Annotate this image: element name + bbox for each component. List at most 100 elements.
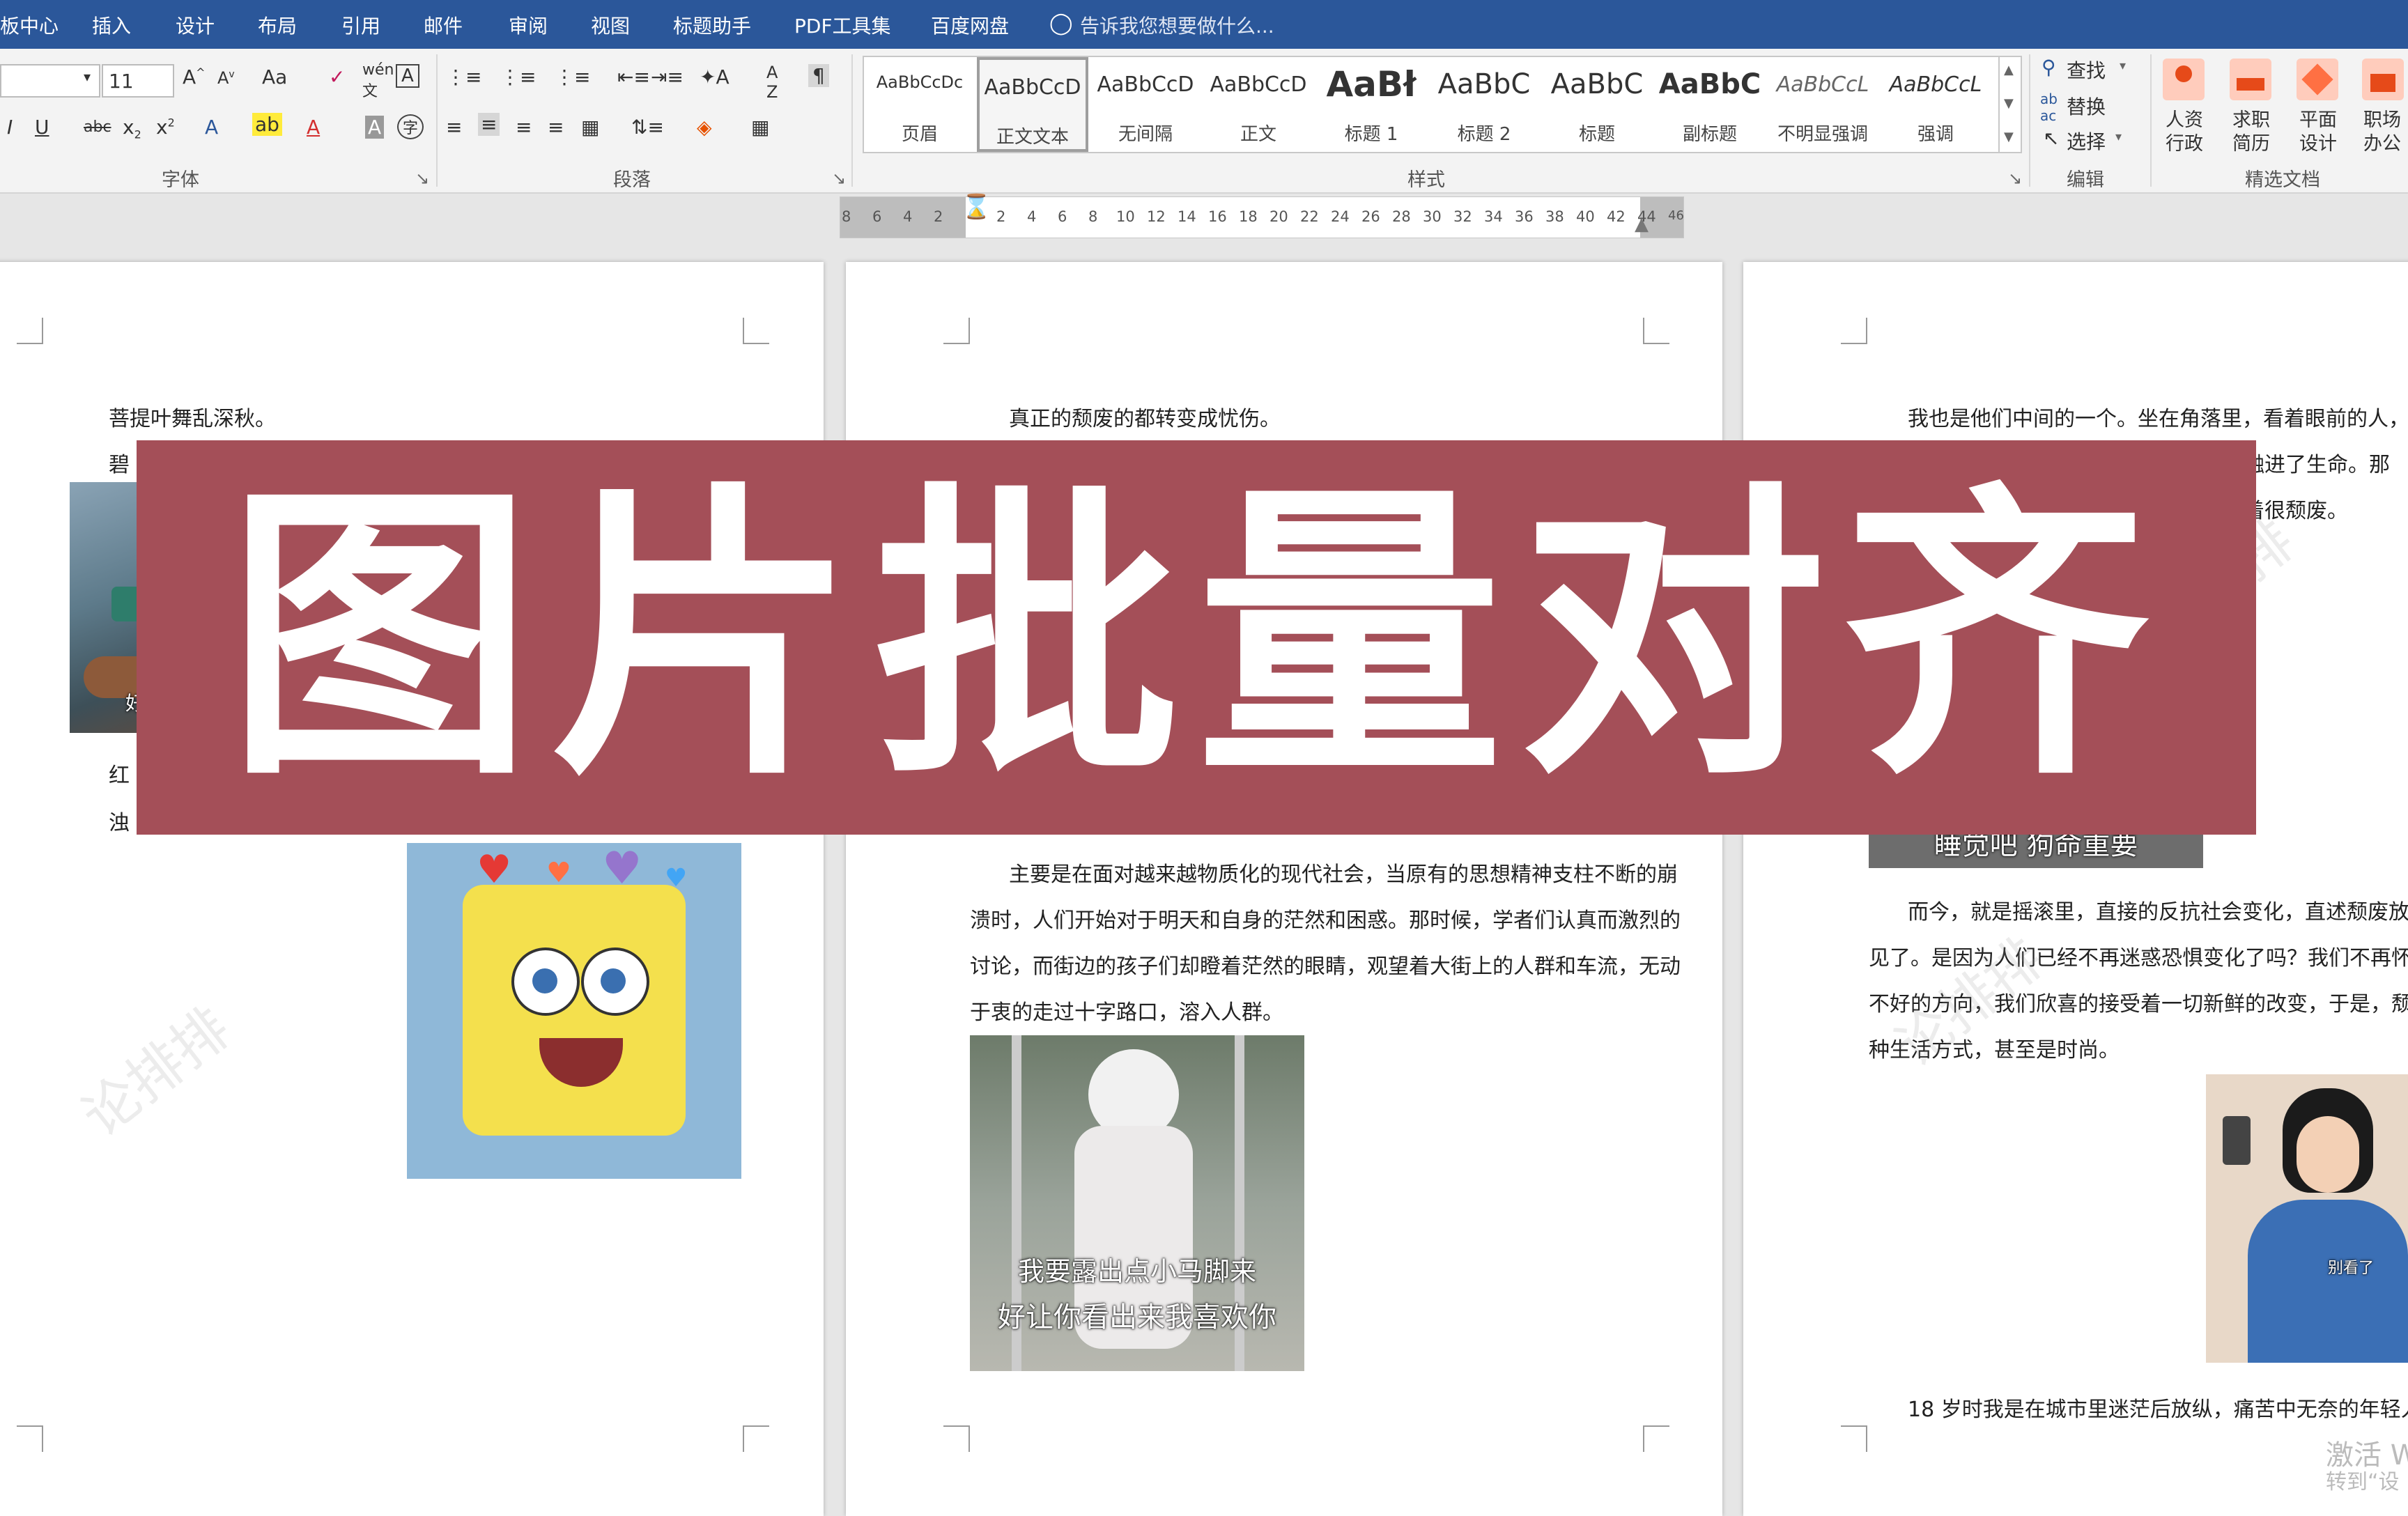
style-heading-1[interactable]: AaBł 标题 1	[1315, 57, 1427, 152]
style-name: 副标题	[1682, 124, 1737, 145]
change-case-icon[interactable]: Aa	[262, 65, 287, 88]
menu-item-mailings[interactable]: 邮件	[424, 11, 463, 39]
chevron-down-icon[interactable]: ▾	[2115, 130, 2122, 144]
superscript-icon[interactable]: x2	[156, 116, 175, 139]
template-graphic-design[interactable]: 平面 设计	[2299, 109, 2337, 156]
template-resume[interactable]: 求职 简历	[2232, 109, 2270, 156]
hr-admin-icon[interactable]	[2163, 59, 2205, 100]
menu-item-insert[interactable]: 插入	[92, 11, 131, 39]
numbering-icon[interactable]: ⋮≡	[500, 65, 536, 88]
multilevel-list-icon[interactable]: ⋮≡	[555, 65, 590, 88]
menu-item-layout[interactable]: 布局	[258, 11, 297, 39]
child-photo-image[interactable]: 我要露出点小马脚来 好让你看出来我喜欢你	[970, 1035, 1304, 1371]
graphic-design-icon[interactable]	[2297, 59, 2338, 100]
template-label: 人资	[2166, 109, 2203, 131]
ruler-tick: 6	[1058, 208, 1067, 225]
ruler-tick: 42	[1607, 208, 1626, 225]
snow-white-image[interactable]: 别看了	[2206, 1074, 2408, 1363]
horizontal-ruler[interactable]: 8 6 4 2 2 4 6 8 10 12 14 16 18 20 22 24 …	[840, 193, 1684, 238]
decrease-indent-icon[interactable]: ⇤≡	[617, 65, 650, 88]
bullets-icon[interactable]: ⋮≡	[446, 65, 481, 88]
style-heading-2[interactable]: AaBbC 标题 2	[1428, 57, 1540, 152]
image-caption: 好让你看出来我喜欢你	[998, 1301, 1276, 1333]
menu-item-title-helper[interactable]: 标题助手	[673, 11, 751, 39]
font-color-icon[interactable]: A	[307, 116, 320, 139]
chevron-down-icon[interactable]: ▼	[2004, 96, 2014, 111]
align-right-icon[interactable]: ≡	[516, 116, 532, 139]
style-sample: AaBbCcD	[984, 75, 1081, 100]
chevron-up-icon[interactable]: ▲	[2004, 63, 2014, 77]
style-name: 无间隔	[1118, 124, 1173, 145]
resume-icon[interactable]	[2230, 59, 2271, 100]
style-header[interactable]: AaBbCcDc 页眉	[864, 57, 975, 152]
more-styles-icon[interactable]: ▼	[2004, 130, 2014, 144]
divider	[851, 54, 853, 187]
borders-icon[interactable]: ▦	[751, 116, 769, 139]
office-icon[interactable]	[2362, 59, 2404, 100]
underline-icon[interactable]: U	[35, 116, 49, 139]
chevron-down-icon[interactable]: ▾	[84, 68, 91, 85]
align-left-icon[interactable]: ≡	[446, 116, 462, 139]
crop-mark	[1643, 318, 1669, 344]
menu-item-design[interactable]: 设计	[176, 11, 215, 39]
paragraph-line: 浊	[109, 811, 130, 835]
menu-item-pdf-tools[interactable]: PDF工具集	[794, 11, 891, 39]
paragraph-line: 讨论，而街边的孩子们却瞪着茫然的眼睛，观望着大街上的人群和车流，无动	[970, 954, 1681, 979]
align-center-icon[interactable]: ≡	[478, 113, 500, 136]
style-title[interactable]: AaBbC 标题	[1541, 57, 1653, 152]
grow-font-icon[interactable]: A^	[183, 65, 206, 88]
menu-item-references[interactable]: 引用	[341, 11, 380, 39]
distributed-icon[interactable]: ▦	[581, 116, 599, 139]
justify-icon[interactable]: ≡	[548, 116, 564, 139]
crop-mark	[943, 1425, 970, 1452]
style-emphasis[interactable]: AaBbCcL 强调	[1880, 57, 1991, 152]
style-no-spacing[interactable]: AaBbCcD 无间隔	[1090, 57, 1201, 152]
replace-button[interactable]: 替换	[2067, 92, 2106, 120]
style-sample: AaBbC	[1550, 68, 1644, 100]
paragraph-dialog-launcher-icon[interactable]: ↘	[832, 169, 846, 188]
templates-group-label: 精选文档	[2245, 169, 2320, 191]
spongebob-image[interactable]: ♥ ♥ ♥ ♥	[407, 843, 741, 1179]
menu-item-board[interactable]: 板中心	[0, 11, 59, 39]
phonetic-guide-icon[interactable]: wén 文	[362, 61, 394, 101]
text-effects-icon[interactable]: A	[205, 116, 218, 139]
style-name: 不明显强调	[1777, 124, 1868, 145]
style-name: 正文	[1240, 124, 1276, 145]
increase-indent-icon[interactable]: ⇥≡	[651, 65, 684, 88]
chevron-down-icon[interactable]: ▾	[2120, 59, 2126, 73]
menu-item-review[interactable]: 审阅	[509, 11, 548, 39]
template-office[interactable]: 职场 办公	[2363, 109, 2401, 156]
font-dialog-launcher-icon[interactable]: ↘	[415, 169, 429, 188]
subscript-icon[interactable]: x2	[123, 116, 141, 141]
sort-icon[interactable]: AZ	[766, 63, 778, 102]
highlight-icon[interactable]: ab	[252, 113, 282, 136]
styles-scrollbar[interactable]: ▲ ▼ ▼	[1998, 56, 2022, 153]
tell-me-search[interactable]: 告诉我您想要做什么...	[1080, 11, 1274, 39]
italic-icon[interactable]: I	[7, 116, 13, 139]
clear-format-icon[interactable]: ✓	[329, 65, 345, 88]
char-border-icon[interactable]: A	[396, 64, 419, 88]
shading-icon[interactable]: ◈	[697, 116, 712, 139]
style-name: 标题	[1578, 124, 1615, 145]
style-name: 强调	[1917, 124, 1954, 145]
shrink-font-icon[interactable]: Av	[217, 68, 235, 88]
styles-dialog-launcher-icon[interactable]: ↘	[2008, 169, 2022, 188]
right-indent-marker-icon[interactable]: ▲	[1635, 214, 1649, 235]
menu-item-view[interactable]: 视图	[591, 11, 630, 39]
menu-item-baidu-netdisk[interactable]: 百度网盘	[931, 11, 1009, 39]
char-shading-icon[interactable]: A	[365, 116, 385, 139]
enclose-char-icon[interactable]: 字	[397, 114, 424, 139]
style-subtitle[interactable]: AaBbC 副标题	[1654, 57, 1766, 152]
style-subtle-emphasis[interactable]: AaBbCcL 不明显强调	[1767, 57, 1878, 152]
template-hr-admin[interactable]: 人资 行政	[2166, 109, 2203, 156]
indent-marker-icon[interactable]: ⌛	[962, 193, 991, 221]
style-normal[interactable]: AaBbCcD 正文	[1203, 57, 1314, 152]
line-spacing-icon[interactable]: ⇅≡	[631, 116, 664, 139]
style-body-text[interactable]: AaBbCcD 正文文本	[977, 57, 1088, 152]
char-scaling-icon[interactable]: ✦A	[700, 65, 730, 88]
select-button[interactable]: 选择	[2067, 127, 2106, 155]
find-button[interactable]: 查找	[2067, 56, 2106, 84]
font-size-box[interactable]: 11	[102, 64, 174, 98]
strikethrough-icon[interactable]: abc	[84, 118, 111, 136]
show-marks-icon[interactable]: ¶	[808, 64, 829, 87]
